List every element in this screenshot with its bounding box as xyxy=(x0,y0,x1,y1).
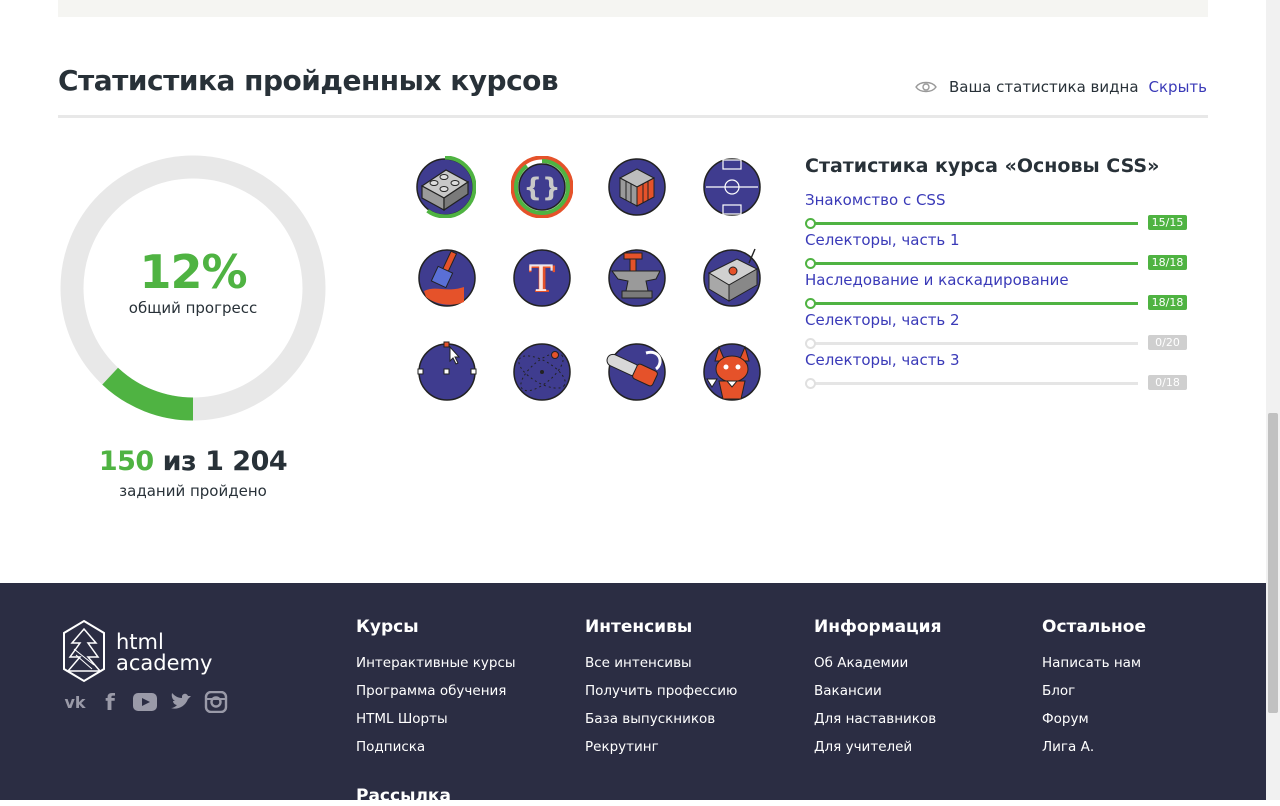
footer-link[interactable]: Рекрутинг xyxy=(585,733,805,761)
course-stats: Статистика курса «Основы CSS» Знакомство… xyxy=(805,155,1195,393)
badge-typography[interactable]: T T xyxy=(511,247,573,309)
footer-link[interactable]: Об Академии xyxy=(814,649,1034,677)
badge-anvil[interactable] xyxy=(606,247,668,309)
footer-col-title: Остальное xyxy=(1042,617,1147,637)
logo-text-line1: html xyxy=(116,630,164,654)
footer-col-other: Остальное Написать нам Блог Форум Лига А… xyxy=(1042,617,1262,761)
badge-lego[interactable] xyxy=(414,156,476,218)
chapter-link[interactable]: Селекторы, часть 3 xyxy=(805,351,960,369)
tasks-label: заданий пройдено xyxy=(119,482,267,500)
chapter-count-badge: 0/18 xyxy=(1148,375,1187,390)
chapter-link[interactable]: Селекторы, часть 1 xyxy=(805,231,960,249)
footer-link[interactable]: База выпускников xyxy=(585,705,805,733)
chapter-progress-dot xyxy=(805,258,816,269)
progress-percent: 12% xyxy=(139,245,247,299)
footer-newsletter-title: Рассылка xyxy=(356,786,451,806)
chapter-progress-fill xyxy=(809,222,1138,225)
chapter-progress-track xyxy=(809,262,1138,265)
chapter-count-badge: 18/18 xyxy=(1148,255,1187,270)
badge-robot[interactable] xyxy=(701,247,763,309)
hide-stats-link[interactable]: Скрыть xyxy=(1149,78,1207,96)
previous-section-card xyxy=(58,0,1208,17)
footer-link[interactable]: Вакансии xyxy=(814,677,1034,705)
twitter-icon[interactable] xyxy=(169,691,193,713)
footer-link[interactable]: Получить профессию xyxy=(585,677,805,705)
footer-link[interactable]: Для учителей xyxy=(814,733,1034,761)
badge-vector[interactable] xyxy=(416,341,478,403)
badge-football[interactable] xyxy=(701,156,763,218)
eye-icon xyxy=(915,80,937,94)
chapter-row: Знакомство с CSS 15/15 xyxy=(805,191,1195,233)
chapter-progress-fill xyxy=(809,262,1138,265)
visibility-text: Ваша статистика видна xyxy=(948,78,1139,96)
tasks-of: из xyxy=(153,446,206,477)
scrollbar-thumb[interactable] xyxy=(1268,413,1278,713)
badge-chainsaw[interactable] xyxy=(606,341,668,403)
tasks-total: 1 204 xyxy=(205,446,288,477)
stats-title: Статистика пройденных курсов xyxy=(58,64,559,97)
youtube-icon[interactable] xyxy=(132,691,158,713)
stats-visibility: Ваша статистика видна Скрыть xyxy=(915,78,1207,96)
chapter-progress-track xyxy=(809,302,1138,305)
chapter-progress-fill xyxy=(809,302,1138,305)
footer-link[interactable]: Интерактивные курсы xyxy=(356,649,576,677)
badge-brush[interactable] xyxy=(416,247,478,309)
footer-link[interactable]: Написать нам xyxy=(1042,649,1262,677)
chapter-link[interactable]: Наследование и каскадирование xyxy=(805,271,1069,289)
footer-link[interactable]: Лига А. xyxy=(1042,733,1262,761)
tasks-done: 150 xyxy=(98,446,154,477)
footer-col-intensives: Интенсивы Все интенсивы Получить професс… xyxy=(585,617,805,761)
section-divider xyxy=(58,115,1208,118)
badge-rubik[interactable] xyxy=(606,156,668,218)
chapter-progress-dot xyxy=(805,298,816,309)
course-badges: {} T T xyxy=(410,150,770,410)
tasks-count: 150 из 1 204 xyxy=(60,446,326,477)
footer-link[interactable]: Подписка xyxy=(356,733,576,761)
footer-link[interactable]: Блог xyxy=(1042,677,1262,705)
chapter-row: Селекторы, часть 2 0/20 xyxy=(805,311,1195,353)
footer-col-courses: Курсы Интерактивные курсы Программа обуч… xyxy=(356,617,576,761)
chapter-count-badge: 15/15 xyxy=(1148,215,1187,230)
academy-logo-icon xyxy=(62,619,106,687)
chapter-progress-track xyxy=(809,382,1138,385)
footer-link[interactable]: Все интенсивы xyxy=(585,649,805,677)
footer-col-title: Интенсивы xyxy=(585,617,693,637)
course-stats-title: Статистика курса «Основы CSS» xyxy=(805,155,1160,177)
chapter-progress-dot xyxy=(805,378,816,389)
chapter-count-badge: 18/18 xyxy=(1148,295,1187,310)
footer-link[interactable]: Форум xyxy=(1042,705,1262,733)
badge-braces[interactable]: {} xyxy=(511,156,573,218)
footer-logo[interactable]: html academy xyxy=(62,619,212,687)
footer-link[interactable]: Для наставников xyxy=(814,705,1034,733)
social-links: vk f xyxy=(62,691,239,713)
chapter-link[interactable]: Селекторы, часть 2 xyxy=(805,311,960,329)
vk-icon[interactable]: vk xyxy=(62,691,88,713)
chapter-row: Селекторы, часть 1 18/18 xyxy=(805,231,1195,273)
footer-col-title: Информация xyxy=(814,617,942,637)
logo-text-line2: academy xyxy=(116,651,213,675)
facebook-icon[interactable]: f xyxy=(99,691,121,713)
chapter-link[interactable]: Знакомство с CSS xyxy=(805,191,945,209)
footer-col-info: Информация Об Академии Вакансии Для наст… xyxy=(814,617,1034,761)
instagram-icon[interactable] xyxy=(204,691,228,713)
site-footer: html academy vk f Курсы Интерактивные кур… xyxy=(0,583,1266,806)
progress-label: общий прогресс xyxy=(128,299,258,317)
chapter-progress-track xyxy=(809,342,1138,345)
chapter-progress-dot xyxy=(805,338,816,349)
chapter-progress-dot xyxy=(805,218,816,229)
footer-link[interactable]: HTML Шорты xyxy=(356,705,576,733)
page-scrollbar[interactable] xyxy=(1266,0,1280,800)
badge-orbit[interactable] xyxy=(511,341,573,403)
chapter-progress-track xyxy=(809,222,1138,225)
footer-link[interactable]: Программа обучения xyxy=(356,677,576,705)
chapter-row: Наследование и каскадирование 18/18 xyxy=(805,271,1195,313)
svg-text:vk: vk xyxy=(64,693,85,712)
svg-text:T: T xyxy=(529,259,553,300)
svg-text:{}: {} xyxy=(523,173,560,203)
chapter-row: Селекторы, часть 3 0/18 xyxy=(805,351,1195,393)
svg-text:f: f xyxy=(105,691,115,713)
footer-col-title: Курсы xyxy=(356,617,419,637)
badge-cat[interactable] xyxy=(701,341,763,403)
chapter-count-badge: 0/20 xyxy=(1148,335,1187,350)
